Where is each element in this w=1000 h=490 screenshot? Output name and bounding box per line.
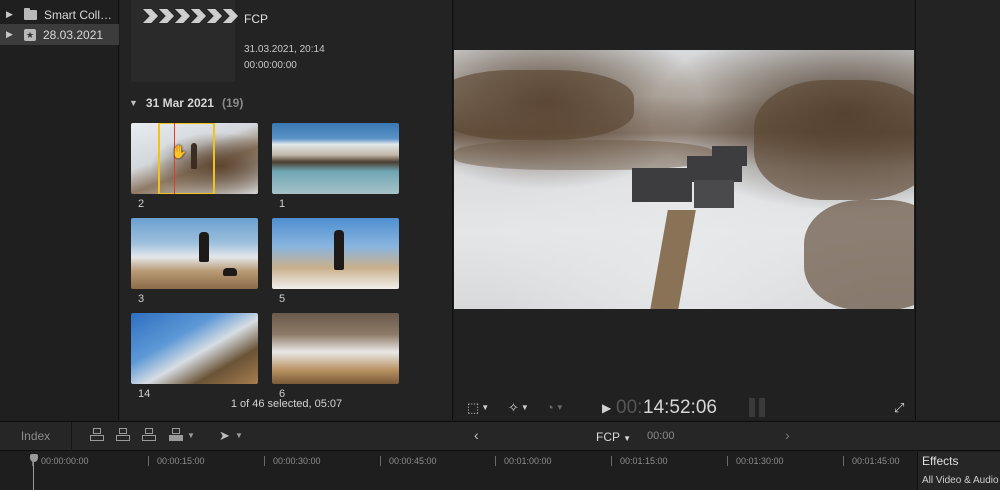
effects-browser: Effects All Video & Audio [917,452,1000,490]
back-arrow-icon[interactable]: ‹ [474,427,479,443]
clip-label: 2 [138,198,145,210]
figure-shape [334,230,344,270]
dog-shape [223,268,237,276]
ruler-tick [148,456,149,466]
clip-label: 1 [279,198,286,210]
ruler-tick [727,456,728,466]
ruler-tick [380,456,381,466]
clip-thumbnail[interactable]: ✋ [131,123,258,194]
tree-cluster [804,200,914,309]
clip-thumbnail[interactable] [131,313,258,384]
chevron-down-icon[interactable]: ▼ [235,431,243,440]
event-title: FCP [244,12,268,26]
enhance-button[interactable]: ✧ ▼ [508,400,529,416]
date-group-header[interactable]: ▼ 31 Mar 2021 (19) [129,96,243,110]
clip-thumbnail[interactable] [272,313,399,384]
libraries-sidebar: ▶ Smart Coll… ▶ ★ 28.03.2021 [0,0,119,420]
chevron-down-icon: ▼ [520,403,529,412]
timecode-display[interactable]: 14:52:06 [643,397,717,419]
sidebar-item-label: 28.03.2021 [43,27,104,42]
connect-clip-icon [93,428,101,434]
ruler-label: 00:00:45:00 [389,456,437,466]
timeline-ruler[interactable]: 00:00:00:00 00:00:15:00 00:00:30:00 00:0… [0,452,916,490]
insert-clip-button[interactable] [115,428,131,442]
boardwalk-shape [650,210,696,309]
media-browser: FCP 31.03.2021, 20:14 00:00:00:00 ▼ 31 M… [120,0,453,420]
disclosure-triangle-icon[interactable]: ▶ [6,9,16,20]
ruler-tick [495,456,496,466]
timeline-playhead[interactable] [30,454,38,490]
clip-thumbnail[interactable] [272,218,399,289]
chevron-down-icon: ▼ [481,403,490,412]
project-name-dropdown[interactable]: FCP ▼ [596,430,631,444]
sidebar-item-label: Smart Coll… [44,7,113,22]
ruler-label: 00:01:15:00 [620,456,668,466]
project-name: FCP [596,430,620,444]
hand-cursor-icon: ✋ [171,144,188,159]
tree-cluster [754,80,914,200]
ruler-label: 00:01:45:00 [852,456,900,466]
tree-cluster [454,70,634,140]
arrow-tool-icon[interactable]: ➤ [219,428,230,444]
inspector-strip [915,0,1000,420]
ruler-tick [264,456,265,466]
ruler-label: 00:00:00:00 [41,456,89,466]
timecode-prefix: 00: [616,397,643,418]
retime-button[interactable]: ◔ ▼ [546,400,564,415]
overwrite-clip-icon [172,428,180,434]
clip-label: 3 [138,293,145,305]
append-clip-icon [145,428,153,434]
library-star-icon: ★ [24,28,36,41]
ruler-label: 00:01:00:00 [504,456,552,466]
index-button[interactable]: Index [0,422,72,451]
speedometer-icon: ◔ [546,400,554,415]
sidebar-item-smart-collections[interactable]: ▶ Smart Coll… [0,4,119,25]
date-group-label: 31 Mar 2021 [145,96,214,110]
event-duration: 00:00:00:00 [244,60,297,71]
figure-shape [199,232,209,262]
event-thumbnail[interactable] [131,0,238,82]
ruler-label: 00:01:30:00 [736,456,784,466]
audio-meter[interactable] [749,398,765,417]
append-clip-button[interactable] [141,428,157,442]
ruler-label: 00:00:30:00 [273,456,321,466]
sidebar-item-library[interactable]: ▶ ★ 28.03.2021 [0,24,119,45]
viewer: ⬚ ▼ ✧ ▼ ◔ ▼ ▶ 00: 14:52:06 ⤢ [454,0,914,420]
transform-button[interactable]: ⬚ ▼ [467,400,489,416]
ruler-tick [611,456,612,466]
disclosure-triangle-icon[interactable]: ▶ [6,29,16,40]
date-group-count: (19) [221,96,244,110]
video-frame[interactable] [454,50,914,309]
play-icon[interactable]: ▶ [602,401,611,415]
ruler-label: 00:00:15:00 [157,456,205,466]
browser-status: 1 of 46 selected, 05:07 [230,398,343,410]
magic-wand-icon: ✧ [508,400,519,415]
clip-label: 5 [279,293,286,305]
chevron-down-icon[interactable]: ▼ [187,431,195,440]
event-date: 31.03.2021, 20:14 [244,44,325,55]
chevron-down-icon: ▼ [555,403,564,412]
connect-clip-button[interactable] [89,428,105,442]
timeline-toolbar: Index ▼ ➤ ▼ ‹ FCP ▼ 00:00 › [0,421,1000,451]
clip-thumbnail[interactable] [272,123,399,194]
insert-clip-icon [119,428,127,434]
overwrite-clip-button[interactable] [168,428,184,442]
transform-icon: ⬚ [467,400,480,415]
house-shape [632,146,752,210]
ruler-tick [843,456,844,466]
chevron-down-icon: ▼ [623,434,632,443]
timeline-duration: 00:00 [647,430,675,442]
disclosure-triangle-icon[interactable]: ▼ [129,98,138,108]
clip-thumbnail[interactable] [131,218,258,289]
forward-arrow-icon[interactable]: › [785,427,790,443]
effects-category-all[interactable]: All Video & Audio [922,475,999,486]
fullscreen-icon[interactable]: ⤢ [894,400,904,416]
folder-icon [24,7,37,20]
clapperboard-icon [143,9,239,23]
viewer-toolbar: ⬚ ▼ ✧ ▼ ◔ ▼ ▶ 00: 14:52:06 ⤢ [454,396,914,420]
effects-title: Effects [922,454,959,468]
